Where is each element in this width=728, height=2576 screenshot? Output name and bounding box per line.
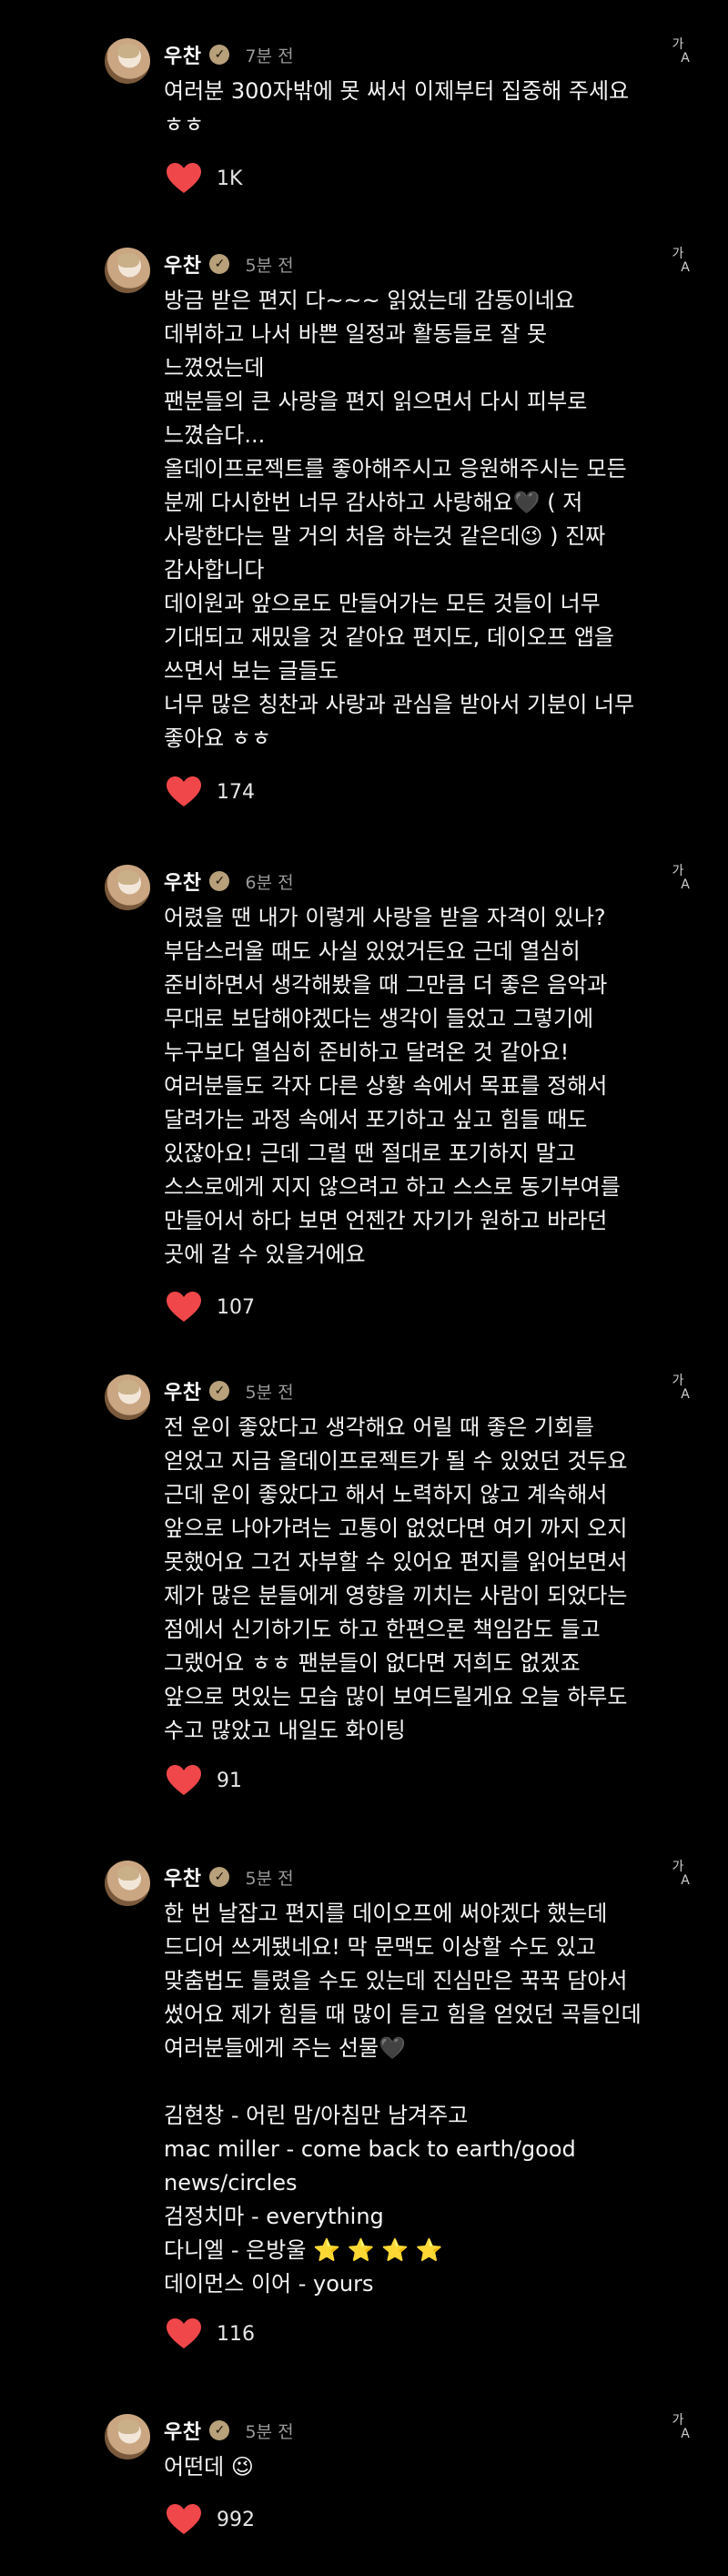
post-feed: 우찬 ✓ 7분 전 가A 여러분 300자밖에 못 써서 이제부터 집중해 주세…: [0, 0, 728, 2576]
verified-badge-icon: ✓: [209, 45, 230, 65]
post-time: 5분 전: [245, 255, 294, 276]
heart-icon: [167, 1292, 201, 1322]
translate-icon[interactable]: 가A: [667, 2414, 694, 2441]
author-name[interactable]: 우찬: [164, 867, 201, 896]
translate-icon[interactable]: 가A: [667, 248, 694, 275]
verified-badge-icon: ✓: [209, 1381, 230, 1401]
author-name[interactable]: 우찬: [164, 249, 201, 279]
post-time: 5분 전: [245, 1382, 294, 1403]
verified-badge-icon: ✓: [209, 1867, 230, 1887]
like-count: 116: [217, 2322, 255, 2346]
author-name[interactable]: 우찬: [164, 2416, 201, 2445]
like-count: 107: [217, 1295, 255, 1319]
verified-badge-icon: ✓: [209, 2420, 230, 2440]
post-time: 5분 전: [245, 2421, 294, 2442]
author-name[interactable]: 우찬: [164, 40, 201, 69]
post-time: 5분 전: [245, 1868, 294, 1889]
verified-badge-icon: ✓: [209, 254, 230, 274]
author-name[interactable]: 우찬: [164, 1376, 201, 1405]
like-count: 91: [217, 1769, 242, 1792]
avatar[interactable]: [105, 865, 150, 910]
post-time: 6분 전: [245, 872, 294, 893]
post-text: 어떤데 😉: [164, 2454, 254, 2480]
heart-icon: [167, 1765, 201, 1795]
heart-icon: [167, 776, 201, 806]
post-time: 7분 전: [245, 46, 294, 66]
post-header: 우찬 ✓ 5분 전: [164, 249, 294, 279]
like-button[interactable]: 107: [166, 1291, 255, 1323]
heart-icon: [167, 163, 201, 193]
author-name[interactable]: 우찬: [164, 1862, 201, 1891]
post-text: 전 운이 좋았다고 생각해요 어릴 때 좋은 기회를 얻었고 지금 올데이프로젝…: [164, 1415, 635, 1743]
translate-icon[interactable]: 가A: [667, 1861, 694, 1888]
like-button[interactable]: 116: [166, 2317, 255, 2350]
post-text: 어렸을 땐 내가 이렇게 사랑을 받을 자격이 있나? 부담스러울 때도 사실 …: [164, 905, 628, 1267]
like-count: 992: [217, 2508, 255, 2531]
like-button[interactable]: 1K: [166, 162, 242, 195]
heart-icon: [167, 2318, 201, 2348]
avatar[interactable]: [105, 2414, 150, 2459]
like-count: 174: [217, 780, 255, 804]
avatar[interactable]: [105, 1861, 150, 1906]
post-text: 여러분 300자밖에 못 써서 이제부터 집중해 주세요 ㅎㅎ: [164, 78, 636, 137]
post-text: 한 번 날잡고 편지를 데이오프에 써야겠다 했는데 드디어 쓰게됐네요! 막 …: [164, 1901, 642, 2297]
verified-badge-icon: ✓: [209, 871, 230, 891]
translate-icon[interactable]: 가A: [667, 38, 694, 66]
translate-icon[interactable]: 가A: [667, 1374, 694, 1402]
avatar[interactable]: [105, 1374, 150, 1420]
post-header: 우찬 ✓ 6분 전: [164, 867, 294, 896]
post-header: 우찬 ✓ 7분 전: [164, 40, 294, 69]
like-count: 1K: [217, 167, 243, 190]
avatar[interactable]: [105, 248, 150, 293]
post-header: 우찬 ✓ 5분 전: [164, 2416, 294, 2445]
like-button[interactable]: 992: [166, 2503, 255, 2536]
post-header: 우찬 ✓ 5분 전: [164, 1862, 294, 1891]
like-button[interactable]: 174: [166, 776, 255, 808]
post-text: 방금 받은 편지 다~~~ 읽었는데 감동이네요 데뷔하고 나서 바쁜 일정과 …: [164, 288, 635, 751]
post-header: 우찬 ✓ 5분 전: [164, 1376, 294, 1405]
avatar[interactable]: [105, 38, 150, 84]
like-button[interactable]: 91: [166, 1764, 242, 1797]
translate-icon[interactable]: 가A: [667, 865, 694, 892]
heart-icon: [167, 2504, 201, 2534]
